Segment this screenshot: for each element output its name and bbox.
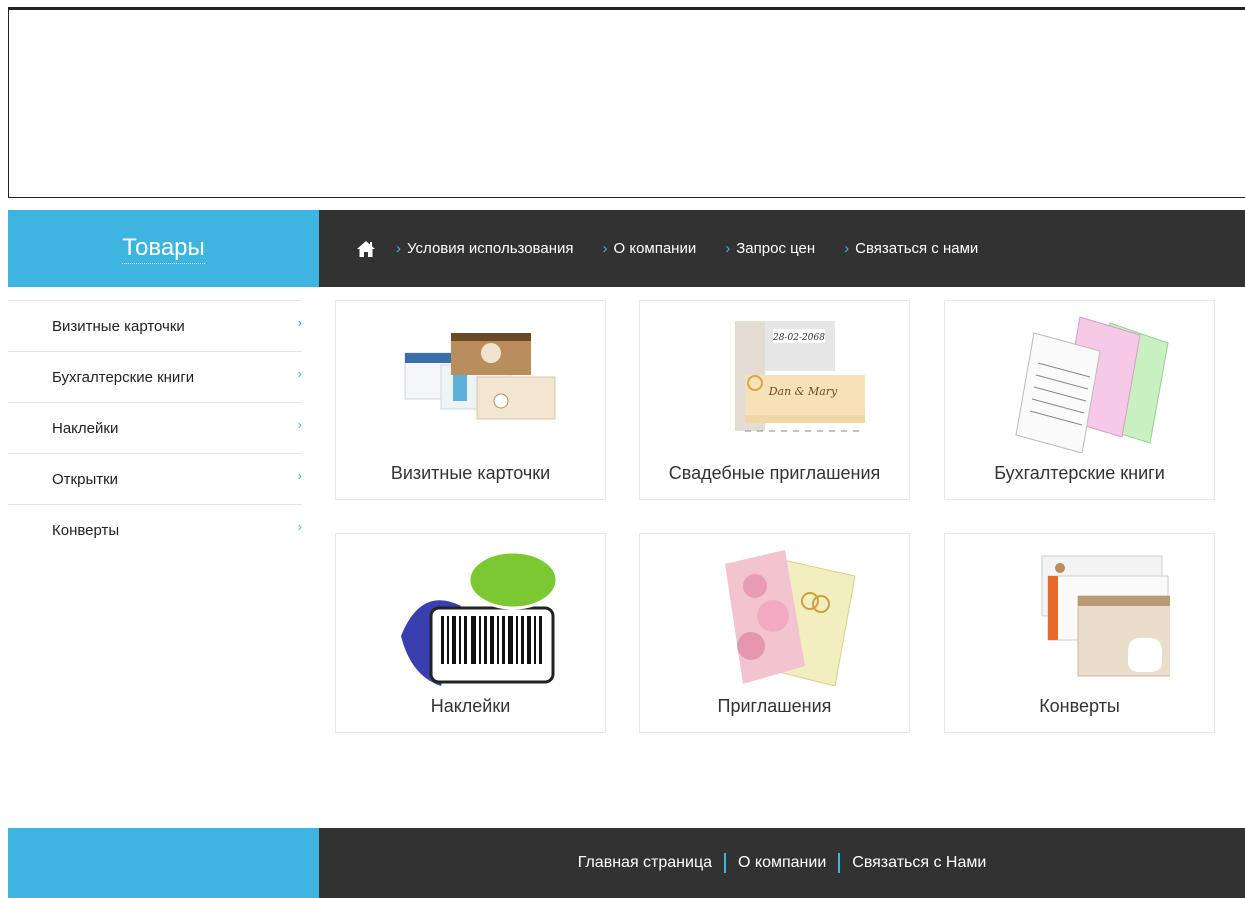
chevron-right-icon: › [396,240,401,257]
header-banner [8,7,1245,198]
page: Товары › Условия использования › О компа… [0,0,1245,898]
product-card-label: Приглашения [717,696,832,716]
top-navigation: › Условия использования › О компании › З… [319,210,1245,287]
chevron-right-icon: › [844,240,850,257]
svg-text:28-02-2068: 28-02-2068 [772,333,825,343]
product-card-label: Наклейки [430,696,511,716]
sidebar-item-label: Открытки [52,470,119,488]
sidebar-item-postcards[interactable]: Открытки › [8,453,302,504]
chevron-right-icon: › [602,240,608,257]
nav-link-label: Связаться с нами [855,240,979,257]
product-card-label: Свадебные приглашения [668,463,881,483]
product-card-envelopes[interactable]: Конверты [944,533,1215,733]
nav-link-label: О компании [613,240,697,257]
invitations-image [640,546,909,686]
chevron-right-icon: › [297,519,302,534]
sidebar: Визитные карточки › Бухгалтерские книги … [8,300,302,555]
svg-text:Dan & Mary: Dan & Mary [767,385,837,398]
footer-link-about[interactable]: О компании [738,854,826,872]
nav-link-about[interactable]: › О компании [603,240,697,257]
sidebar-item-label: Бухгалтерские книги [52,368,195,386]
product-card-label: Конверты [1039,696,1120,716]
wedding-invitations-image: 28-02-2068 Dan & Mary [640,313,909,453]
footer-divider [838,853,841,873]
product-card-business-cards[interactable]: Визитные карточки [335,300,606,500]
product-card-invitations[interactable]: Приглашения [639,533,910,733]
stickers-image [336,546,605,686]
footer-navigation: Главная страница О компании Связаться с … [319,828,1245,898]
sidebar-item-label: Конверты [52,521,120,539]
home-icon[interactable] [356,240,376,258]
nav-link-contact[interactable]: › Связаться с нами [844,240,978,257]
products-heading[interactable]: Товары [8,210,319,287]
products-heading-label[interactable]: Товары [122,234,205,264]
chevron-right-icon: › [297,315,302,330]
nav-link-label: Запрос цен [736,240,816,257]
product-card-label: Бухгалтерские книги [994,463,1165,483]
sidebar-item-ledgers[interactable]: Бухгалтерские книги › [8,351,302,402]
sidebar-item-stickers[interactable]: Наклейки › [8,402,302,453]
product-card-wedding-invitations[interactable]: 28-02-2068 Dan & Mary Свадебные приглаше… [639,300,910,500]
footer-accent-block [8,828,319,898]
chevron-right-icon: › [297,468,302,483]
sidebar-item-envelopes[interactable]: Конверты › [8,504,302,555]
chevron-right-icon: › [725,240,731,257]
sidebar-item-business-cards[interactable]: Визитные карточки › [8,300,302,351]
footer-link-home[interactable]: Главная страница [578,854,712,872]
footer-link-contact[interactable]: Связаться с Нами [852,854,986,872]
sidebar-item-label: Визитные карточки [52,317,185,335]
ledgers-image [945,313,1214,453]
product-card-label: Визитные карточки [390,463,551,483]
envelopes-image [945,546,1214,686]
product-card-ledgers[interactable]: Бухгалтерские книги [944,300,1215,500]
nav-link-quote[interactable]: › Запрос цен [725,240,815,257]
nav-link-terms[interactable]: › Условия использования [396,240,574,257]
footer-divider [724,853,727,873]
chevron-right-icon: › [297,417,302,432]
sidebar-item-label: Наклейки [52,419,119,437]
chevron-right-icon: › [297,366,302,381]
business-cards-image [336,313,605,453]
nav-link-label: Условия использования [407,240,574,257]
product-card-stickers[interactable]: Наклейки [335,533,606,733]
